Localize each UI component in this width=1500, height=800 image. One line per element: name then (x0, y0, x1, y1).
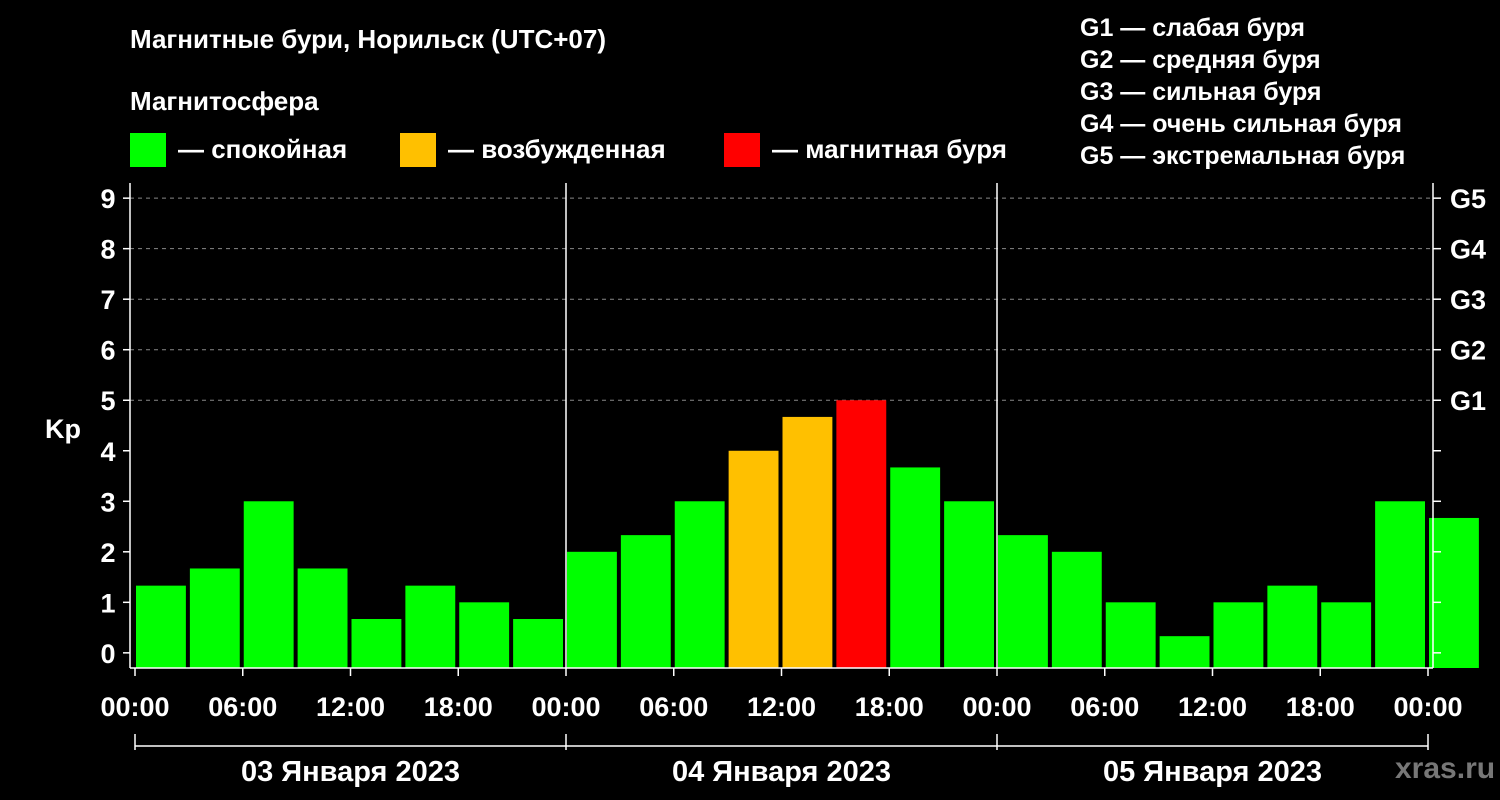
kp-bar (189, 568, 240, 668)
g-tick-label: G1 (1450, 386, 1486, 416)
kp-bar (728, 450, 779, 668)
g-tick-label: G5 (1450, 184, 1486, 214)
x-tick-label: 12:00 (316, 692, 385, 722)
x-tick-label: 06:00 (1070, 692, 1139, 722)
kp-bar (513, 618, 563, 668)
kp-bar (998, 535, 1048, 668)
kp-bar (836, 400, 887, 668)
y-tick-label: 1 (100, 588, 115, 618)
day-label: 05 Января 2023 (1103, 756, 1322, 788)
kp-bar (243, 501, 294, 668)
kp-bar (351, 618, 402, 668)
y-tick-label: 3 (100, 487, 115, 517)
g-tick-label: G4 (1450, 235, 1486, 265)
kp-bar (1267, 585, 1318, 668)
y-tick-label: 4 (100, 437, 115, 467)
watermark: xras.ru (1395, 752, 1496, 785)
x-tick-label: 06:00 (639, 692, 708, 722)
x-tick-label: 00:00 (1393, 692, 1462, 722)
day-label: 03 Января 2023 (241, 756, 460, 788)
kp-bar (674, 501, 725, 668)
kp-bar (620, 535, 671, 668)
x-tick-label: 00:00 (100, 692, 169, 722)
x-tick-label: 18:00 (1286, 692, 1355, 722)
kp-bar (405, 585, 456, 668)
x-tick-label: 00:00 (531, 692, 600, 722)
g-tick-label: G2 (1450, 336, 1486, 366)
x-tick-label: 06:00 (208, 692, 277, 722)
kp-bar (1213, 602, 1264, 668)
kp-bar (1321, 602, 1372, 668)
y-tick-label: 6 (100, 336, 115, 366)
kp-bar (136, 585, 186, 668)
y-tick-label: 5 (100, 386, 115, 416)
y-tick-label: 9 (100, 184, 115, 214)
kp-chart: 0 1 2 3 4 5 6 7 8 9 G1 G2 G3 G4 G5 Kp 00:00 06:00 12:00 18:… (45, 183, 1486, 788)
x-tick-label: 12:00 (1178, 692, 1247, 722)
kp-bar (1375, 501, 1425, 668)
kp-bar (1051, 551, 1102, 668)
x-tick-label: 12:00 (747, 692, 816, 722)
x-tick-label: 18:00 (855, 692, 924, 722)
x-tick-label: 18:00 (424, 692, 493, 722)
y-tick-label: 8 (100, 235, 115, 265)
y-axis-label: Kp (45, 414, 81, 444)
kp-bar (1159, 636, 1210, 668)
kp-bar (1429, 517, 1479, 668)
y-tick-label: 2 (100, 538, 115, 568)
x-tick-label: 00:00 (962, 692, 1031, 722)
y-tick-label: 0 (100, 639, 115, 669)
kp-bar (459, 602, 510, 668)
g-tick-label: G3 (1450, 285, 1486, 315)
kp-bar (297, 568, 348, 668)
y-tick-label: 7 (100, 285, 115, 315)
kp-bar (567, 551, 617, 668)
day-label: 04 Января 2023 (672, 756, 891, 788)
kp-bar (890, 467, 941, 668)
kp-bar (1105, 602, 1156, 668)
kp-bar (944, 501, 994, 668)
kp-bar (782, 416, 833, 668)
